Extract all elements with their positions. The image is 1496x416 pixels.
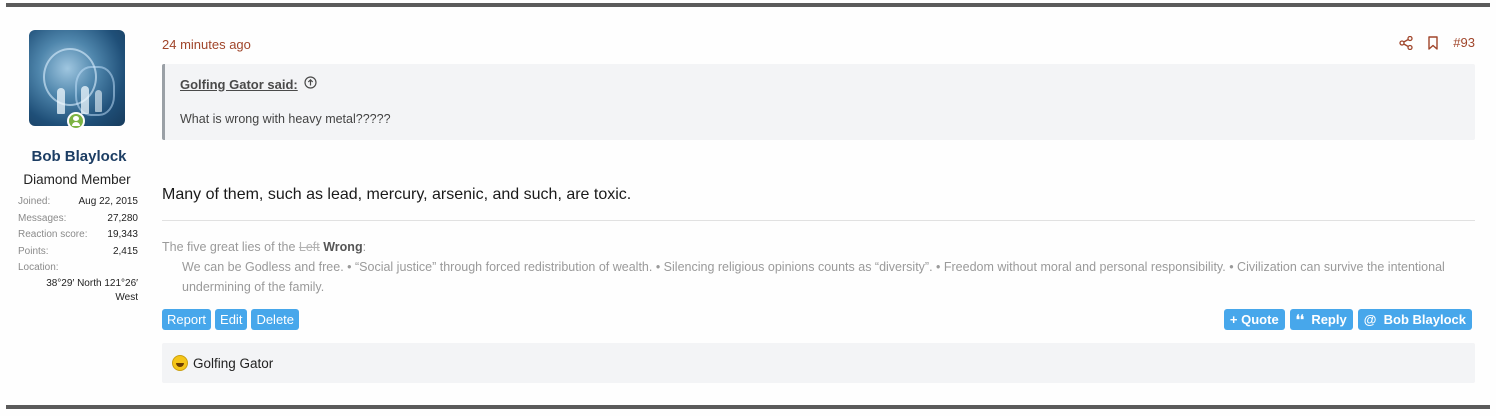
quote-text: What is wrong with heavy metal????? — [180, 112, 391, 126]
quote-author-link[interactable]: Golfing Gator said: — [180, 77, 298, 92]
reaction-users[interactable]: Golfing Gator — [193, 356, 273, 371]
mention-button[interactable]: @ Bob Blaylock — [1357, 309, 1472, 330]
quote-marks-icon: ❛❛ — [1295, 312, 1305, 327]
reactions-bar[interactable]: Golfing Gator — [162, 343, 1475, 383]
signature: The five great lies of the Left Wrong: W… — [162, 237, 1475, 297]
post-header-actions: #93 — [1399, 35, 1475, 50]
quote-header: Golfing Gator said: — [180, 76, 317, 92]
top-divider — [6, 3, 1490, 7]
stat-reaction-score: Reaction score: 19,343 — [18, 229, 138, 240]
delete-button[interactable]: Delete — [251, 309, 300, 330]
online-status-icon — [67, 112, 85, 130]
edit-button[interactable]: Edit — [215, 309, 248, 330]
signature-body: We can be Godless and free. • “Social ju… — [182, 260, 1445, 294]
stat-location-label: Location: — [18, 262, 59, 273]
bookmark-icon[interactable] — [1427, 35, 1439, 50]
post-actions-left: Report Edit Delete — [162, 309, 300, 330]
bottom-divider — [6, 405, 1490, 409]
at-icon: @ — [1363, 312, 1377, 327]
laugh-reaction-icon — [172, 355, 188, 371]
stat-joined: Joined: Aug 22, 2015 — [18, 196, 138, 207]
post-timestamp[interactable]: 24 minutes ago — [162, 37, 251, 52]
arrow-up-circle-icon[interactable] — [304, 76, 317, 92]
user-title: Diamond Member — [23, 172, 131, 187]
username[interactable]: Bob Blaylock — [14, 148, 144, 165]
quote-block: Golfing Gator said: What is wrong with h… — [162, 64, 1475, 140]
post-message: Many of them, such as lead, mercury, ars… — [162, 186, 632, 203]
stat-location-value: 38°29′ North 121°26′ West — [46, 277, 138, 303]
user-stats: Joined: Aug 22, 2015 Messages: 27,280 Reac… — [18, 194, 138, 305]
stat-messages: Messages: 27,280 — [18, 212, 138, 224]
report-button[interactable]: Report — [162, 309, 212, 330]
reply-button[interactable]: ❛❛ Reply — [1289, 309, 1353, 330]
post-actions-right: + Quote ❛❛ Reply @ Bob Blaylock — [1223, 309, 1473, 330]
post-number[interactable]: #93 — [1453, 35, 1475, 50]
stat-points: Points: 2,415 — [18, 245, 138, 257]
signature-heading: The five great lies of the Left Wrong: — [162, 240, 367, 254]
quote-button[interactable]: + Quote — [1223, 309, 1285, 330]
share-icon[interactable] — [1399, 35, 1413, 50]
signature-divider — [162, 220, 1475, 221]
